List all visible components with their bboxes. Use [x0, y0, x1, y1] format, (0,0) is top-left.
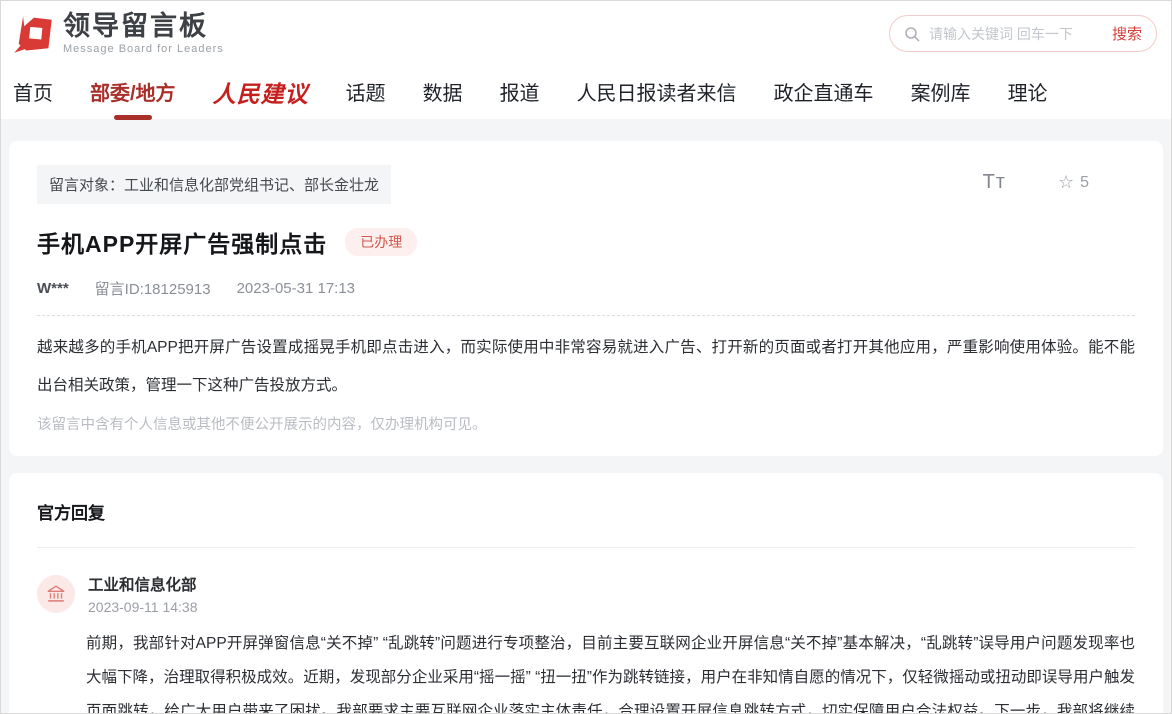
message-title-row: 手机APP开屏广告强制点击 已办理	[37, 225, 1135, 259]
message-target-tag: 留言对象：工业和信息化部党组书记、部长金壮龙	[37, 165, 391, 204]
agency-name: 工业和信息化部	[88, 573, 198, 595]
agency-avatar	[37, 575, 75, 613]
nav-item-topics[interactable]: 话题	[346, 77, 386, 108]
official-reply-card: 官方回复 工业和信息化部 2023-09-11 14:38	[9, 473, 1163, 714]
message-time: 2023-05-31 17:13	[237, 280, 355, 297]
reply-divider	[37, 547, 1135, 548]
page: 领导留言板 Message Board for Leaders 搜索 首页 部委…	[0, 0, 1172, 714]
main-nav: 首页 部委/地方 人民建议 话题 数据 报道 人民日报读者来信 政企直通车 案例…	[1, 66, 1171, 119]
agency-info: 工业和信息化部 2023-09-11 14:38	[88, 573, 198, 615]
nav-item-peoples-suggestions[interactable]: 人民建议	[213, 75, 309, 111]
message-title: 手机APP开屏广告强制点击	[37, 225, 327, 259]
logo-title: 领导留言板	[63, 12, 224, 40]
message-meta: W*** 留言ID:18125913 2023-05-31 17:13	[37, 278, 1135, 316]
nav-item-ministries-local[interactable]: 部委/地方	[90, 77, 176, 108]
government-building-icon	[45, 583, 67, 605]
message-card: 留言对象：工业和信息化部党组书记、部长金壮龙 Tт ☆ 5 手机APP开屏广告强…	[9, 141, 1163, 456]
reply-time: 2023-09-11 14:38	[88, 599, 198, 615]
nav-item-reports[interactable]: 报道	[500, 77, 540, 108]
message-tools: Tт ☆ 5	[983, 171, 1089, 194]
font-size-toggle-icon[interactable]: Tт	[983, 171, 1006, 194]
star-icon: ☆	[1058, 172, 1074, 193]
reply-item: 工业和信息化部 2023-09-11 14:38 前期，我部针对APP开屏弹窗信…	[37, 573, 1135, 714]
logo-mark-icon	[11, 12, 55, 56]
logo-text: 领导留言板 Message Board for Leaders	[63, 12, 224, 54]
nav-item-data[interactable]: 数据	[423, 77, 463, 108]
message-author: W***	[37, 280, 69, 297]
message-top-row: 留言对象：工业和信息化部党组书记、部长金壮龙 Tт ☆ 5	[37, 165, 1135, 204]
nav-item-case-library[interactable]: 案例库	[911, 77, 971, 108]
nav-item-theory[interactable]: 理论	[1008, 77, 1048, 108]
logo-subtitle: Message Board for Leaders	[63, 43, 224, 55]
site-header: 领导留言板 Message Board for Leaders 搜索	[1, 1, 1171, 66]
search-icon	[904, 26, 920, 42]
star-count: 5	[1080, 174, 1089, 192]
status-badge: 已办理	[345, 228, 417, 256]
reply-section-title: 官方回复	[37, 499, 1135, 524]
nav-item-gov-enterprise[interactable]: 政企直通车	[774, 77, 874, 108]
message-content: 越来越多的手机APP把开屏广告设置成摇晃手机即点击进入，而实际使用中非常容易就进…	[37, 329, 1135, 405]
privacy-note: 该留言中含有个人信息或其他不便公开展示的内容，仅办理机构可见。	[37, 413, 1135, 434]
reply-header: 工业和信息化部 2023-09-11 14:38	[37, 573, 1135, 615]
favorite-control[interactable]: ☆ 5	[1058, 172, 1089, 193]
nav-item-reader-letters[interactable]: 人民日报读者来信	[577, 77, 737, 108]
search-button[interactable]: 搜索	[1112, 23, 1142, 44]
search-input[interactable]	[929, 26, 1112, 42]
site-logo[interactable]: 领导留言板 Message Board for Leaders	[11, 12, 224, 56]
reply-content: 前期，我部针对APP开屏弹窗信息“关不掉” “乱跳转”问题进行专项整治，目前主要…	[86, 627, 1135, 714]
message-id: 留言ID:18125913	[95, 278, 211, 299]
nav-item-home[interactable]: 首页	[13, 77, 53, 108]
search-box[interactable]: 搜索	[889, 15, 1157, 52]
